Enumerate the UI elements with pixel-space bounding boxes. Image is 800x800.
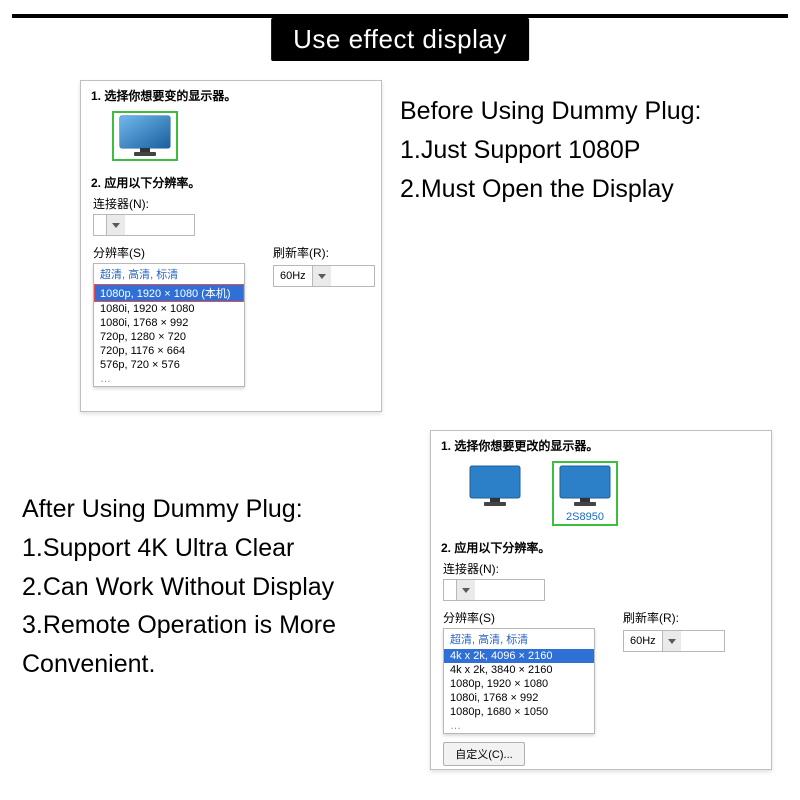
list-item[interactable]: 1080p, 1920 × 1080 — [444, 677, 594, 691]
display-thumbnail-1[interactable] — [465, 464, 525, 523]
list-item[interactable]: 1080i, 1768 × 992 — [444, 691, 594, 705]
chevron-down-icon — [312, 266, 331, 286]
before-bullet: 2.Must Open the Display — [400, 170, 770, 209]
display-thumbnail-1[interactable] — [115, 114, 175, 158]
before-heading: Before Using Dummy Plug: — [400, 92, 770, 131]
list-item[interactable]: 1080i, 1768 × 992 — [94, 316, 244, 330]
section-title: Use effect display — [271, 18, 529, 61]
step-2-label: 2. 应用以下分辨率。 — [441, 539, 761, 556]
after-description: After Using Dummy Plug: 1.Support 4K Ult… — [22, 490, 402, 684]
step-2-label: 2. 应用以下分辨率。 — [91, 174, 371, 191]
monitor-icon — [558, 464, 612, 508]
refresh-label: 刷新率(R): — [623, 609, 715, 626]
list-item[interactable]: 576p, 720 × 576 — [94, 358, 244, 372]
list-item[interactable]: 1080p, 1920 × 1080 (本机) — [94, 284, 244, 302]
refresh-value: 60Hz — [624, 635, 662, 647]
after-bullet: 2.Can Work Without Display — [22, 568, 402, 607]
adapter-label: 连接器(N): — [93, 195, 371, 212]
list-item[interactable]: … — [94, 372, 244, 386]
refresh-combobox[interactable]: 60Hz — [273, 265, 375, 287]
refresh-value: 60Hz — [274, 270, 312, 282]
before-bullet: 1.Just Support 1080P — [400, 131, 770, 170]
custom-button[interactable]: 自定义(C)... — [443, 742, 525, 766]
before-description: Before Using Dummy Plug: 1.Just Support … — [400, 92, 770, 208]
list-header: 超清, 高清, 标清 — [94, 264, 244, 284]
monitor-icon — [468, 464, 522, 508]
resolution-label: 分辨率(S) — [443, 609, 585, 626]
chevron-down-icon — [456, 580, 475, 600]
after-heading: After Using Dummy Plug: — [22, 490, 402, 529]
before-panel: 1. 选择你想要变的显示器。 2. 应用以下分辨率。 连接器(N): 分辨率(S… — [80, 80, 382, 412]
after-panel: 1. 选择你想要更改的显示器。 2S8950 2. 应用以下分辨率。 连接器(N… — [430, 430, 772, 770]
list-header: 超清, 高清, 标清 — [444, 629, 594, 649]
resolution-listbox[interactable]: 超清, 高清, 标清 1080p, 1920 × 1080 (本机) 1080i… — [93, 263, 245, 387]
resolution-label: 分辨率(S) — [93, 244, 235, 261]
adapter-label: 连接器(N): — [443, 560, 761, 577]
list-item[interactable]: 4k x 2k, 4096 × 2160 — [444, 649, 594, 663]
list-item[interactable]: … — [444, 719, 594, 733]
list-item[interactable]: 1080p, 1680 × 1050 — [444, 705, 594, 719]
refresh-combobox[interactable]: 60Hz — [623, 630, 725, 652]
refresh-label: 刷新率(R): — [273, 244, 365, 261]
monitor-icon — [118, 114, 172, 158]
chevron-down-icon — [106, 215, 125, 235]
adapter-combobox[interactable] — [443, 579, 545, 601]
display-caption: 2S8950 — [555, 511, 615, 523]
list-item[interactable]: 4k x 2k, 3840 × 2160 — [444, 663, 594, 677]
chevron-down-icon — [662, 631, 681, 651]
step-1-label: 1. 选择你想要变的显示器。 — [91, 87, 371, 104]
adapter-combobox[interactable] — [93, 214, 195, 236]
list-item[interactable]: 1080i, 1920 × 1080 — [94, 302, 244, 316]
list-item[interactable]: 720p, 1280 × 720 — [94, 330, 244, 344]
after-bullet: 3.Remote Operation is More Convenient. — [22, 606, 402, 684]
display-thumbnail-2[interactable]: 2S8950 — [555, 464, 615, 523]
step-1-label: 1. 选择你想要更改的显示器。 — [441, 437, 761, 454]
after-bullet: 1.Support 4K Ultra Clear — [22, 529, 402, 568]
resolution-listbox[interactable]: 超清, 高清, 标清 4k x 2k, 4096 × 2160 4k x 2k,… — [443, 628, 595, 734]
list-item[interactable]: 720p, 1176 × 664 — [94, 344, 244, 358]
